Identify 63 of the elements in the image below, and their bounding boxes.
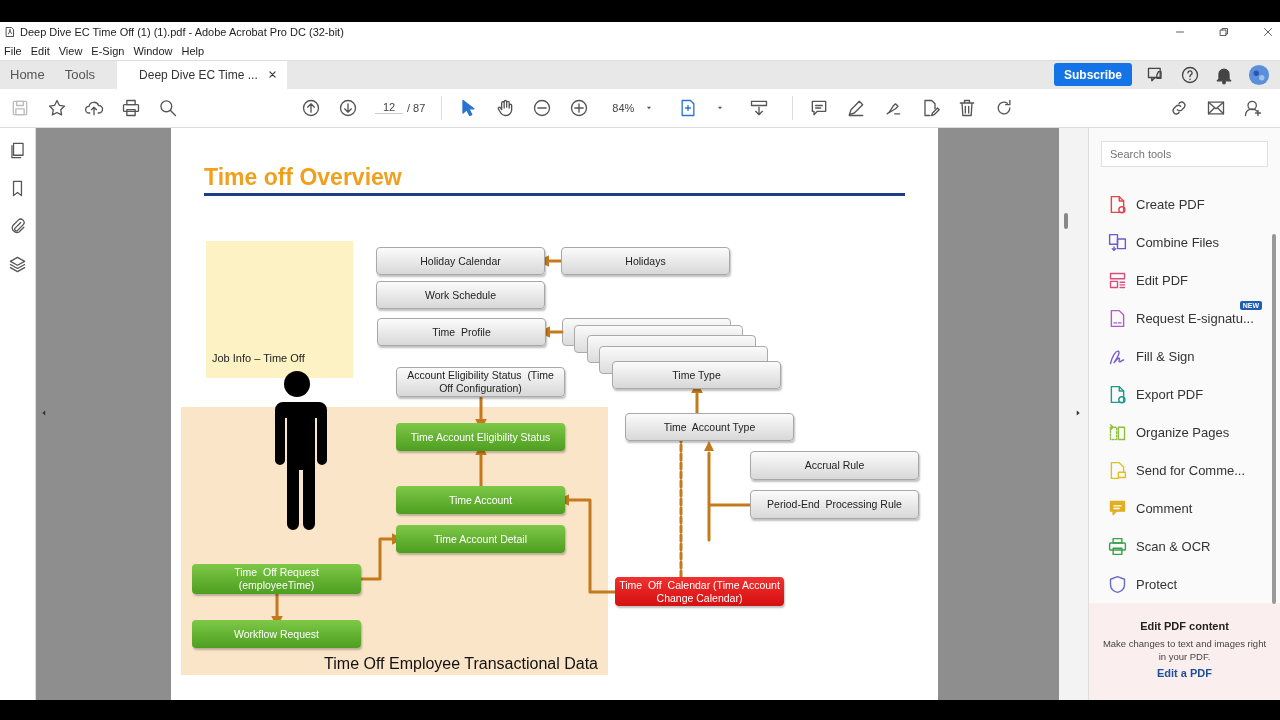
star-icon[interactable] bbox=[47, 97, 67, 118]
tool-item[interactable]: Protect bbox=[1089, 565, 1280, 603]
tool-item[interactable]: Comment bbox=[1089, 489, 1280, 527]
help-icon[interactable] bbox=[1180, 64, 1200, 85]
diagram-node: Work Schedule bbox=[376, 281, 545, 309]
search-icon[interactable] bbox=[158, 97, 178, 118]
promo-text: Make changes to text and images right in your PDF. bbox=[1101, 638, 1268, 664]
zoom-dropdown[interactable]: 84% bbox=[612, 101, 655, 114]
tool-item[interactable]: Fill & Sign bbox=[1089, 337, 1280, 375]
subscribe-button[interactable]: Subscribe bbox=[1053, 63, 1132, 86]
diagram-node: Time Off Request (employeeTime) bbox=[192, 564, 361, 594]
diagram-node: Time Account Eligibility Status bbox=[396, 423, 565, 451]
tool-item[interactable]: Organize Pages bbox=[1089, 413, 1280, 451]
diagram-node: Accrual Rule bbox=[750, 451, 919, 480]
menu-item[interactable]: Edit bbox=[30, 44, 50, 57]
diagram-node: Time Account Detail bbox=[396, 525, 565, 553]
edit-pdf-link[interactable]: Edit a PDF bbox=[1157, 666, 1212, 679]
close-icon[interactable] bbox=[1262, 25, 1274, 38]
diagram-node: Period-End Processing Rule bbox=[750, 490, 919, 519]
tab[interactable]: Home bbox=[0, 60, 55, 89]
menu-item[interactable]: File bbox=[4, 44, 22, 57]
previous-page-icon[interactable] bbox=[301, 97, 321, 118]
diagram-node: Time Account Type bbox=[625, 413, 794, 441]
menu-item[interactable]: View bbox=[58, 44, 83, 57]
pages-icon[interactable] bbox=[8, 141, 27, 160]
page-count: / 87 bbox=[407, 101, 426, 114]
avatar[interactable] bbox=[1248, 63, 1270, 86]
diagram-node: Holiday Calendar bbox=[376, 247, 545, 275]
close-icon[interactable] bbox=[267, 70, 277, 79]
promo-title: Edit PDF content bbox=[1140, 620, 1229, 632]
tool-item[interactable]: Send for Comme... bbox=[1089, 451, 1280, 489]
sticky-note: Job Info – Time Off bbox=[206, 241, 353, 378]
scrollbar-thumb[interactable] bbox=[1272, 234, 1276, 604]
diagram-node: Time Account bbox=[396, 486, 565, 514]
zoom-out-icon[interactable] bbox=[532, 97, 553, 118]
scrollbar-thumb[interactable] bbox=[1064, 213, 1068, 229]
tool-item[interactable]: Edit PDF bbox=[1089, 261, 1280, 299]
print-icon[interactable] bbox=[121, 97, 141, 118]
search-field[interactable]: Search tools bbox=[1101, 141, 1268, 167]
layers-icon[interactable] bbox=[8, 255, 27, 274]
next-page-icon[interactable] bbox=[338, 97, 358, 118]
diagram-node: Time Type bbox=[612, 361, 781, 389]
diagram-node: Time Off Calendar (Time Account Change Calendar) bbox=[615, 577, 784, 606]
tool-item[interactable]: Create PDF bbox=[1089, 185, 1280, 223]
diagram-node: Account Eligibility Status (Time Off Configuration) bbox=[396, 367, 565, 397]
restore-icon[interactable] bbox=[1218, 25, 1230, 38]
tool-item[interactable]: Combine Files bbox=[1089, 223, 1280, 261]
tab[interactable]: Deep Dive EC Time ... bbox=[117, 60, 287, 89]
diagram-node: Time Profile bbox=[377, 318, 546, 346]
slide-title: Time off Overview bbox=[204, 164, 402, 191]
region-label: Time Off Employee Transactional Data bbox=[324, 655, 598, 673]
window-title: Deep Dive EC Time Off (1) (1).pdf - Adobe Acrobat Pro DC (32-bit) bbox=[20, 25, 344, 38]
tool-item[interactable]: Scan & OCR bbox=[1089, 527, 1280, 565]
menu-item[interactable]: Help bbox=[181, 44, 205, 57]
tool-item[interactable]: Export PDF bbox=[1089, 375, 1280, 413]
diagram-node: Holidays bbox=[561, 247, 730, 275]
tab[interactable]: Tools bbox=[54, 60, 106, 89]
page-number-field[interactable]: 12 bbox=[375, 101, 403, 115]
menu-item[interactable]: E-Sign bbox=[91, 44, 125, 57]
pdf-file-icon bbox=[4, 25, 16, 38]
diagram-node: Workflow Request bbox=[192, 620, 361, 648]
zoom-in-icon[interactable] bbox=[569, 97, 590, 118]
menu-item[interactable]: Window bbox=[133, 44, 173, 57]
